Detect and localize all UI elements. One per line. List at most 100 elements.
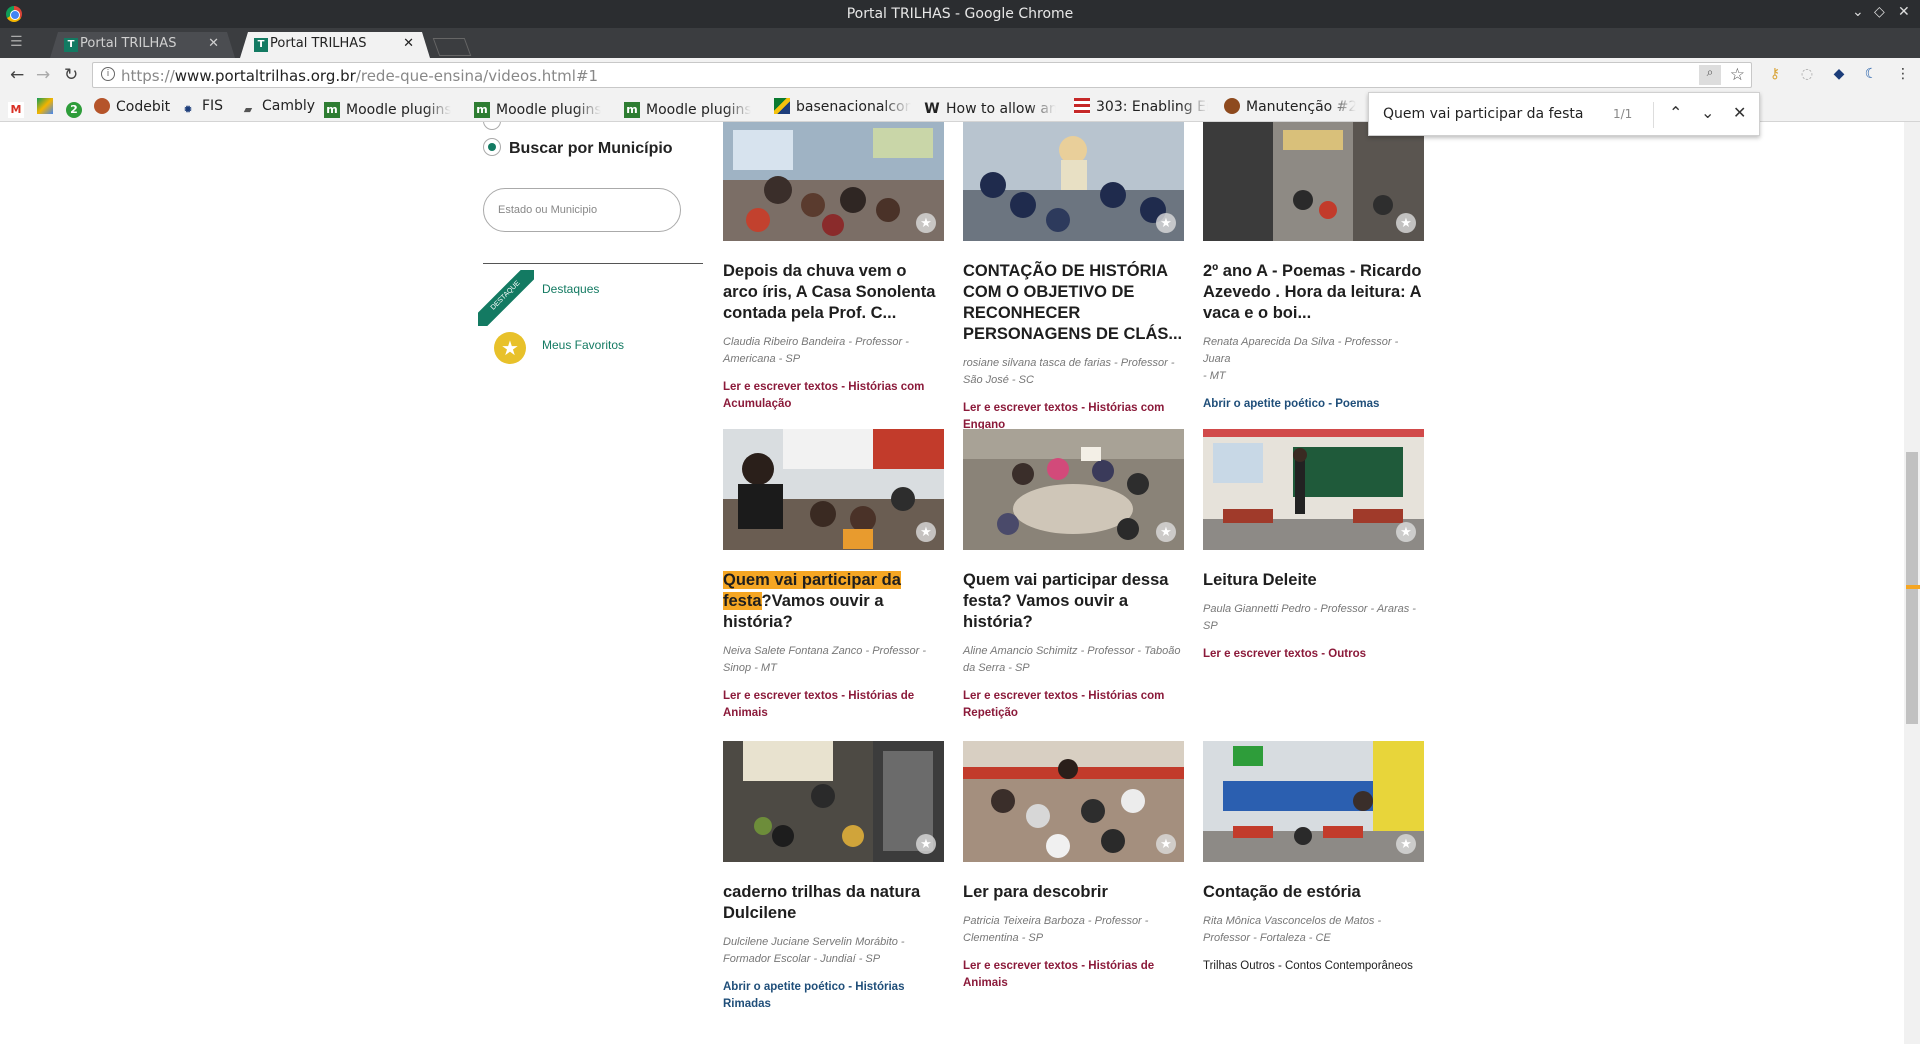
video-card[interactable]: ★ Depois da chuva vem o arco íris, A Cas… [723, 122, 944, 413]
find-previous-icon[interactable]: ⌃ [1669, 103, 1682, 122]
bookmark-moodle-2[interactable]: mMoodle plugins di [474, 98, 601, 118]
radio-search-by-municipality[interactable]: Buscar por Município [483, 138, 673, 158]
video-title[interactable]: Quem vai participar da festa?Vamos ouvir… [723, 570, 944, 633]
video-category[interactable]: Ler e escrever textos - Histórias com Acu… [723, 379, 944, 413]
video-title[interactable]: CONTAÇÃO DE HISTÓRIA COM O OBJETIVO DE R… [963, 261, 1184, 345]
favorites-star-icon[interactable]: ★ [494, 332, 526, 364]
minimize-icon[interactable]: ⌄ [1852, 4, 1864, 20]
tab-close-icon[interactable]: ✕ [403, 36, 414, 51]
find-close-icon[interactable]: ✕ [1733, 103, 1746, 122]
crescent-extension-icon[interactable]: ☾ [1862, 66, 1880, 84]
video-card[interactable]: ★ caderno trilhas da natura Dulcilene Du… [723, 741, 944, 1013]
favorite-star-icon[interactable]: ★ [1396, 522, 1416, 542]
maximize-icon[interactable]: ◇ [1874, 4, 1885, 20]
radio-selected-icon[interactable] [483, 138, 501, 156]
circle-extension-icon[interactable]: ◌ [1798, 66, 1816, 84]
bookmark-badge-2[interactable]: 2 [66, 98, 88, 118]
url-text[interactable]: https://www.portaltrilhas.org.br/rede-qu… [121, 67, 598, 85]
video-card[interactable]: ★ Leitura Deleite Paula Giannetti Pedro … [1203, 429, 1424, 663]
tab-portal-trilhas-2[interactable]: T Portal TRILHAS ✕ [240, 32, 430, 58]
bookmark-303-enabling[interactable]: 303: Enabling Erro [1074, 98, 1208, 115]
chrome-menu-icon[interactable]: ⋮ [1894, 66, 1912, 84]
video-category[interactable]: Ler e escrever textos - Histórias de Anim… [963, 958, 1184, 992]
video-thumbnail[interactable]: ★ [1203, 122, 1424, 241]
video-thumbnail[interactable]: ★ [723, 122, 944, 241]
find-input[interactable]: Quem vai participar da festa [1383, 106, 1583, 122]
favorite-star-icon[interactable]: ★ [1156, 522, 1176, 542]
new-tab-button[interactable] [432, 38, 472, 56]
favorite-star-icon[interactable]: ★ [1156, 213, 1176, 233]
find-in-page-bar: Quem vai participar da festa 1/1 ⌃ ⌄ ✕ [1368, 92, 1760, 136]
video-title[interactable]: Quem vai participar dessa festa? Vamos o… [963, 570, 1184, 633]
bug-icon: ✹ [183, 103, 193, 116]
video-thumbnail[interactable]: ★ [963, 429, 1184, 550]
video-card[interactable]: ★ CONTAÇÃO DE HISTÓRIA COM O OBJETIVO DE… [963, 122, 1184, 434]
video-title[interactable]: Leitura Deleite [1203, 570, 1424, 591]
video-thumbnail[interactable]: ★ [963, 122, 1184, 241]
video-title[interactable]: Depois da chuva vem o arco íris, A Casa … [723, 261, 944, 324]
video-category[interactable]: Ler e escrever textos - Histórias de Anim… [723, 688, 944, 722]
forward-arrow-icon[interactable]: → [36, 65, 50, 85]
bookmark-how-to-allow[interactable]: WHow to allow an u [924, 98, 1056, 117]
video-author: Neiva Salete Fontana Zanco - Professor -… [723, 645, 926, 674]
bookmark-cambly[interactable]: ▰ Cambly [240, 98, 315, 118]
radio-option-partial[interactable] [483, 122, 501, 130]
video-category[interactable]: Abrir o apetite poético - Poemas [1203, 396, 1424, 413]
reload-icon[interactable]: ↻ [64, 65, 78, 85]
favorite-star-icon[interactable]: ★ [1396, 213, 1416, 233]
sidebar-link-meus-favoritos[interactable]: Meus Favoritos [542, 338, 624, 352]
site-info-icon[interactable]: i [101, 67, 115, 81]
video-card[interactable]: ★ Quem vai participar dessa festa? Vamos… [963, 429, 1184, 722]
favorite-star-icon[interactable]: ★ [916, 834, 936, 854]
window-titlebar: Portal TRILHAS - Google Chrome ⌄ ◇ ✕ [0, 0, 1920, 28]
favorite-star-icon[interactable]: ★ [916, 522, 936, 542]
bookmark-basenacional[interactable]: basenacionalcom [774, 98, 911, 115]
bookmark-fis[interactable]: ✹ FIS [180, 98, 223, 118]
video-card[interactable]: ★ Quem vai participar da festa?Vamos ouv… [723, 429, 944, 722]
video-title[interactable]: caderno trilhas da natura Dulcilene [723, 882, 944, 924]
bookmark-gmail[interactable]: M [8, 98, 30, 118]
folder-icon: ▰ [243, 103, 253, 116]
video-thumbnail[interactable]: ★ [723, 741, 944, 862]
address-bar[interactable]: i https://www.portaltrilhas.org.br/rede-… [92, 62, 1752, 88]
video-title[interactable]: 2º ano A - Poemas - Ricardo Azevedo . Ho… [1203, 261, 1424, 324]
diamond-extension-icon[interactable]: ◆ [1830, 66, 1848, 84]
page-scrollbar[interactable] [1904, 122, 1920, 1044]
state-municipality-input[interactable]: Estado ou Municipio [483, 188, 681, 232]
video-title[interactable]: Ler para descobrir [963, 882, 1184, 903]
tab-portal-trilhas-1[interactable]: T Portal TRILHAS ✕ [50, 32, 235, 58]
video-category[interactable]: Trilhas Outros - Contos Contemporâneos [1203, 958, 1424, 975]
bookmark-codebit[interactable]: Codebit [94, 98, 170, 115]
classroom-photo [963, 122, 1184, 241]
bookmark-moodle-3[interactable]: mMoodle plugins di [624, 98, 751, 118]
video-thumbnail[interactable]: ★ [723, 429, 944, 550]
bookmark-star-icon[interactable]: ☆ [1730, 65, 1745, 85]
key-extension-icon[interactable]: ⚷ [1766, 66, 1784, 84]
bookmark-manutencao[interactable]: Manutenção #295 [1224, 98, 1356, 115]
sidebar-link-destaques[interactable]: Destaques [542, 282, 599, 296]
tab-menu-icon[interactable]: ☰ [10, 34, 23, 50]
favorite-star-icon[interactable]: ★ [916, 213, 936, 233]
tab-close-icon[interactable]: ✕ [208, 36, 219, 51]
close-window-icon[interactable]: ✕ [1898, 4, 1910, 20]
bookmark-drive[interactable] [37, 98, 59, 115]
video-thumbnail[interactable]: ★ [1203, 429, 1424, 550]
find-next-icon[interactable]: ⌄ [1701, 103, 1714, 122]
video-title[interactable]: Contação de estória [1203, 882, 1424, 903]
trilhas-favicon-icon: T [64, 38, 78, 52]
video-card[interactable]: ★ Contação de estória Rita Mônica Vascon… [1203, 741, 1424, 975]
video-thumbnail[interactable]: ★ [1203, 741, 1424, 862]
codebit-icon [94, 98, 110, 114]
video-thumbnail[interactable]: ★ [963, 741, 1184, 862]
video-category[interactable]: Abrir o apetite poético - Histórias Rimad… [723, 979, 944, 1013]
video-card[interactable]: ★ 2º ano A - Poemas - Ricardo Azevedo . … [1203, 122, 1424, 413]
video-category[interactable]: Ler e escrever textos - Outros [1203, 646, 1424, 663]
video-category[interactable]: Ler e escrever textos - Histórias com Rep… [963, 688, 1184, 722]
back-arrow-icon[interactable]: ← [10, 65, 24, 85]
classroom-photo [1203, 122, 1424, 241]
favorite-star-icon[interactable]: ★ [1156, 834, 1176, 854]
find-in-page-icon[interactable]: ⌕ [1699, 65, 1721, 85]
favorite-star-icon[interactable]: ★ [1396, 834, 1416, 854]
video-card[interactable]: ★ Ler para descobrir Patricia Teixeira B… [963, 741, 1184, 992]
bookmark-moodle-1[interactable]: mMoodle plugins di [324, 98, 451, 118]
